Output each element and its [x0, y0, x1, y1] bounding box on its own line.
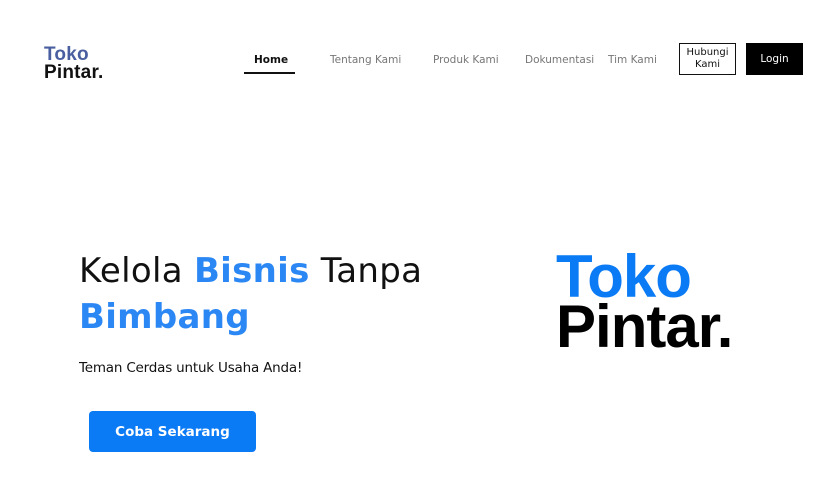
- nav-link-tim-kami[interactable]: Tim Kami: [608, 54, 657, 66]
- hero-title-word2: Tanpa: [309, 251, 423, 291]
- nav-link-produk-kami[interactable]: Produk Kami: [433, 54, 499, 66]
- hero-tagline: Teman Cerdas untuk Usaha Anda!: [79, 360, 303, 376]
- login-button[interactable]: Login: [746, 43, 803, 75]
- try-now-button[interactable]: Coba Sekarang: [89, 411, 256, 452]
- contact-button-line1: Hubungi: [686, 47, 729, 58]
- hero-title-line1: Kelola Bisnis Tanpa: [79, 248, 422, 294]
- nav-link-dokumentasi[interactable]: Dokumentasi: [525, 54, 594, 66]
- hero-title-word1: Kelola: [79, 251, 194, 291]
- brand-logo: Toko Pintar.: [556, 247, 733, 360]
- hero-title: Kelola Bisnis Tanpa Bimbang: [79, 248, 422, 340]
- brand-logo-text-bottom: Pintar.: [556, 293, 733, 360]
- hero-title-accent-bisnis: Bisnis: [193, 251, 310, 291]
- hero-title-accent-bimbang: Bimbang: [79, 297, 250, 337]
- contact-button-line2: Kami: [694, 59, 721, 70]
- nav-link-home[interactable]: Home: [254, 54, 288, 66]
- nav-link-tentang-kami[interactable]: Tentang Kami: [330, 54, 401, 66]
- nav-active-underline: [244, 72, 295, 74]
- contact-button[interactable]: Hubungi Kami: [679, 43, 736, 75]
